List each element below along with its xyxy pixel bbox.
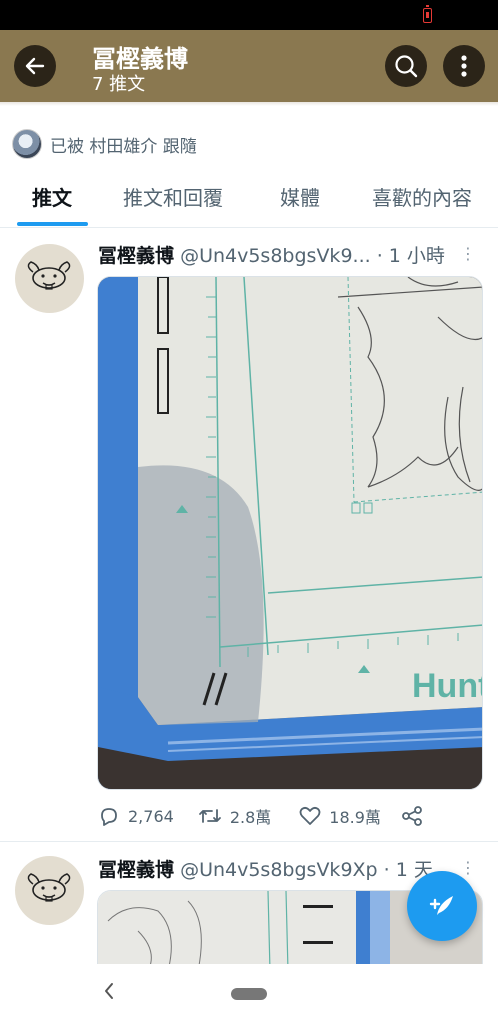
search-button[interactable]	[385, 45, 427, 87]
tweet-actions: 2,764 2.8萬 18.9萬	[98, 804, 428, 828]
reply-icon	[101, 808, 117, 826]
profile-name-title: 冨樫義博	[92, 45, 188, 73]
tab-tweets[interactable]: 推文	[32, 182, 72, 211]
home-pill[interactable]	[231, 988, 267, 1000]
avatar-doodle-icon	[27, 261, 71, 290]
tab-tweets-and-replies[interactable]: 推文和回覆	[123, 182, 223, 211]
reply-count: 2,764	[128, 806, 174, 826]
tweet-image[interactable]: Hunt	[97, 276, 483, 790]
tweet-header: 冨樫義博 @Un4v5s8bgsVk9... · 1 小時	[98, 241, 478, 268]
heart-icon	[299, 806, 321, 825]
share-button[interactable]	[401, 805, 423, 827]
tweet-count: 7 推文	[92, 74, 146, 95]
compose-tweet-button[interactable]	[407, 871, 477, 941]
back-button[interactable]	[14, 45, 56, 87]
more-vertical-icon	[461, 55, 467, 77]
tweet-menu-icon[interactable]: ⋮	[460, 244, 476, 263]
arrow-left-icon	[25, 57, 45, 75]
nav-back-icon[interactable]	[102, 980, 116, 1002]
search-icon	[395, 55, 418, 78]
author-handle[interactable]: @Un4v5s8bgsVk9...	[180, 245, 371, 267]
author-handle[interactable]: @Un4v5s8bgsVk9Xp	[180, 859, 378, 881]
tab-media[interactable]: 媒體	[280, 182, 320, 211]
compose-feather-icon	[429, 896, 453, 915]
avatar[interactable]	[15, 856, 84, 925]
retweet-icon	[198, 809, 221, 823]
follower-avatar	[12, 129, 42, 159]
profile-header-bar: 冨樫義博 7 推文	[0, 30, 498, 102]
share-icon	[402, 806, 422, 826]
retweet-button[interactable]: 2.8萬	[198, 804, 271, 828]
author-name[interactable]: 冨樫義博	[98, 859, 174, 881]
avatar[interactable]	[15, 244, 84, 313]
tab-likes[interactable]: 喜歡的內容	[372, 182, 472, 211]
active-tab-indicator	[17, 222, 88, 226]
tweet-time: 1 小時	[388, 245, 445, 267]
separator-dot: ·	[383, 859, 390, 881]
like-button[interactable]: 18.9萬	[299, 804, 381, 828]
profile-tabs: 推文 推文和回覆 媒體 喜歡的內容	[0, 168, 498, 228]
tracing-board-photo: Hunt	[98, 277, 483, 789]
avatar-doodle-icon	[27, 873, 71, 902]
reply-button[interactable]: 2,764	[98, 805, 174, 827]
followed-by-row[interactable]: 已被 村田雄介 跟隨	[12, 128, 197, 160]
separator-dot: ·	[376, 245, 383, 267]
more-options-button[interactable]	[443, 45, 485, 87]
retweet-count: 2.8萬	[229, 808, 272, 827]
like-count: 18.9萬	[329, 808, 381, 827]
followed-by-text: 已被 村田雄介 跟隨	[50, 136, 197, 157]
header-shadow	[0, 102, 498, 106]
status-bar	[0, 0, 498, 30]
system-navigation-bar	[0, 964, 498, 1024]
battery-icon	[423, 5, 432, 23]
tweet-menu-icon[interactable]: ⋮	[460, 858, 476, 877]
ruler-brand-text: Hunt	[412, 667, 483, 705]
author-name[interactable]: 冨樫義博	[98, 245, 174, 267]
